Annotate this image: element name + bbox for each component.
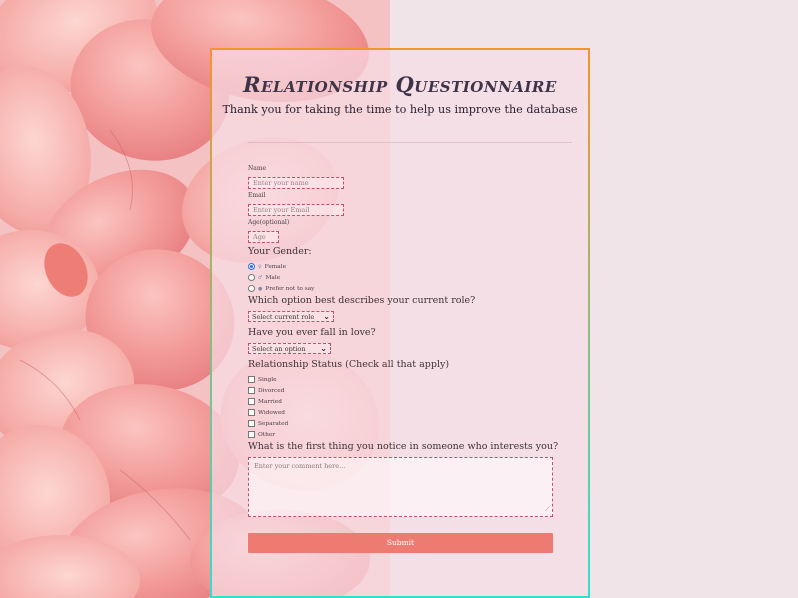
status-option-other[interactable]: Other (248, 431, 275, 438)
name-input[interactable]: Enter your name (248, 177, 344, 189)
page-title: Relationship Questionnaire (243, 72, 557, 97)
gender-label: Your Gender: (248, 246, 312, 257)
chevron-down-icon: ⌄ (323, 312, 330, 321)
comment-textarea[interactable]: Enter your comment here... ⟋ (248, 457, 553, 517)
questionnaire-card: Relationship Questionnaire Thank you for… (210, 48, 590, 598)
gender-option-female[interactable]: ♀ Female (248, 263, 286, 270)
radio-female[interactable] (248, 263, 255, 270)
love-select[interactable]: Select an option ⌄ (248, 343, 331, 354)
gender-option-prefer-not[interactable]: ● Prefer not to say (248, 285, 314, 292)
checkbox-divorced[interactable] (248, 387, 255, 394)
radio-prefer-not[interactable] (248, 285, 255, 292)
checkbox-other[interactable] (248, 431, 255, 438)
status-option-single[interactable]: Single (248, 376, 277, 383)
divider (248, 142, 572, 143)
resize-handle-icon[interactable]: ⟋ (545, 505, 550, 514)
chevron-down-icon: ⌄ (320, 344, 327, 353)
age-input[interactable]: Age (248, 231, 279, 243)
male-icon: ♂ (258, 274, 263, 281)
person-icon: ● (258, 285, 263, 292)
email-label: Email (248, 192, 266, 199)
status-label: Relationship Status (Check all that appl… (248, 359, 450, 370)
checkbox-single[interactable] (248, 376, 255, 383)
status-option-married[interactable]: Married (248, 398, 282, 405)
email-input[interactable]: Enter your Email (248, 204, 344, 216)
status-option-widowed[interactable]: Widowed (248, 409, 285, 416)
submit-button[interactable]: Submit (248, 533, 553, 553)
notice-label: What is the first thing you notice in so… (248, 441, 559, 452)
radio-male[interactable] (248, 274, 255, 281)
checkbox-married[interactable] (248, 398, 255, 405)
page-subtitle: Thank you for taking the time to help us… (222, 103, 578, 116)
status-option-separated[interactable]: Separated (248, 420, 288, 427)
age-label: Age(optional) (248, 219, 290, 226)
female-icon: ♀ (258, 263, 262, 270)
role-select[interactable]: Select current role ⌄ (248, 311, 334, 322)
status-option-divorced[interactable]: Divorced (248, 387, 284, 394)
name-label: Name (248, 165, 267, 172)
love-label: Have you ever fall in love? (248, 327, 376, 338)
checkbox-widowed[interactable] (248, 409, 255, 416)
checkbox-separated[interactable] (248, 420, 255, 427)
role-label: Which option best describes your current… (248, 295, 476, 306)
gender-option-male[interactable]: ♂ Male (248, 274, 280, 281)
